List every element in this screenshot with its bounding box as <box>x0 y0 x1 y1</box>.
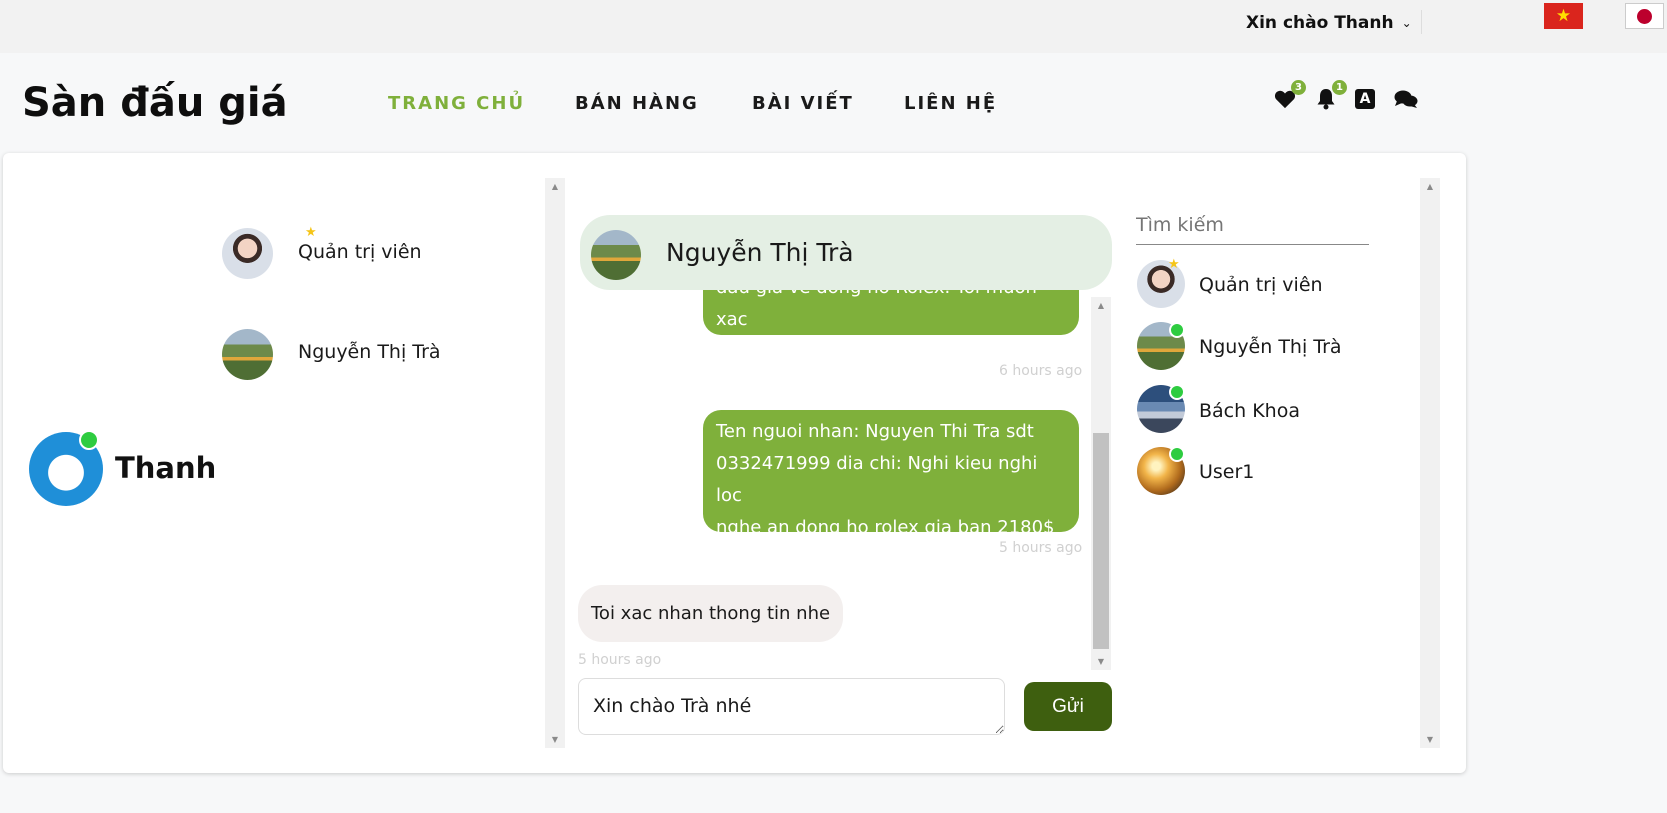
online-status-dot <box>1169 384 1185 400</box>
site-brand[interactable]: Sàn đấu giá <box>22 80 288 126</box>
nav-home[interactable]: TRANG CHỦ <box>388 93 525 114</box>
vietnam-flag-icon[interactable]: ★ <box>1544 3 1583 29</box>
scroll-up-icon[interactable]: ▲ <box>1091 301 1111 310</box>
message-list: dau gia ve dong ho Rolex. Toi muon xac n… <box>570 290 1090 668</box>
nav-contact[interactable]: LIÊN HỆ <box>904 93 997 114</box>
japan-flag-icon[interactable] <box>1625 3 1664 29</box>
avatar[interactable] <box>222 228 273 279</box>
message-line: Ten nguoi nhan: Nguyen Thi Tra sdt <box>716 421 1034 442</box>
user-list-item[interactable]: Quản trị viên <box>1199 274 1323 296</box>
favorites-count-badge: 3 <box>1291 80 1306 95</box>
avatar[interactable] <box>222 329 273 380</box>
chat-partner-name: Nguyễn Thị Trà <box>666 238 854 267</box>
messages-button[interactable] <box>1393 86 1419 112</box>
chat-bubbles-icon <box>1394 90 1418 108</box>
user-list-item[interactable]: User1 <box>1199 461 1254 483</box>
message-line: Toi xac nhan thong tin nhe <box>591 603 831 624</box>
message-bubble-received: Toi xac nhan thong tin nhe <box>578 585 844 642</box>
user-greeting-menu[interactable]: Xin chào Thanh ⌄ <box>1246 13 1412 33</box>
scroll-down-icon[interactable]: ▼ <box>1091 657 1111 666</box>
scroll-down-icon[interactable]: ▼ <box>1420 735 1440 744</box>
message-line: 0332471999 dia chi: Nghi kieu nghi loc <box>716 453 1038 506</box>
notifications-button[interactable]: 1 <box>1313 80 1347 112</box>
scroll-up-icon[interactable]: ▲ <box>545 182 565 191</box>
message-input[interactable]: Xin chào Trà nhé <box>578 678 1005 735</box>
online-status-dot <box>79 430 99 450</box>
contact-name[interactable]: Quản trị viên <box>298 241 422 263</box>
scroll-down-icon[interactable]: ▼ <box>545 735 565 744</box>
star-icon: ★ <box>1168 257 1180 272</box>
chat-partner-avatar[interactable] <box>591 230 641 280</box>
message-line: dau gia ve dong ho Rolex. Toi muon xac <box>716 290 1037 330</box>
message-bubble-sent: Ten nguoi nhan: Nguyen Thi Tra sdt 03324… <box>703 410 1079 538</box>
account-icon: A <box>1355 89 1375 109</box>
online-status-dot <box>1169 322 1185 338</box>
account-button[interactable]: A <box>1352 86 1378 112</box>
nav-sell[interactable]: BÁN HÀNG <box>575 93 699 114</box>
favorites-button[interactable]: 3 <box>1272 80 1306 112</box>
message-timestamp: 6 hours ago <box>999 363 1083 379</box>
nav-posts[interactable]: BÀI VIẾT <box>752 93 854 114</box>
scroll-thumb[interactable] <box>1093 433 1109 649</box>
contact-name[interactable]: Nguyễn Thị Trà <box>298 341 441 363</box>
user-list-item[interactable]: Nguyễn Thị Trà <box>1199 336 1342 358</box>
greeting-text: Xin chào Thanh <box>1246 13 1394 33</box>
star-icon: ★ <box>305 225 317 240</box>
message-list-scrollbar[interactable]: ▲ ▼ <box>1091 297 1111 670</box>
user-list-scrollbar[interactable]: ▲ ▼ <box>1420 178 1440 748</box>
message-bubble-sent: dau gia ve dong ho Rolex. Toi muon xac n… <box>703 290 1079 362</box>
top-bar <box>0 0 1667 53</box>
send-button[interactable]: Gửi <box>1024 682 1112 731</box>
current-user-name: Thanh <box>115 451 217 485</box>
chat-list-scrollbar[interactable]: ▲ ▼ <box>545 178 565 748</box>
chevron-down-icon: ⌄ <box>1401 16 1412 30</box>
user-list-item[interactable]: Bách Khoa <box>1199 400 1300 422</box>
online-status-dot <box>1169 446 1185 462</box>
notifications-count-badge: 1 <box>1332 80 1347 95</box>
search-input[interactable] <box>1136 205 1369 245</box>
scroll-up-icon[interactable]: ▲ <box>1420 182 1440 191</box>
message-timestamp: 5 hours ago <box>999 540 1083 556</box>
message-timestamp: 5 hours ago <box>578 652 662 668</box>
topbar-divider <box>1421 10 1422 34</box>
